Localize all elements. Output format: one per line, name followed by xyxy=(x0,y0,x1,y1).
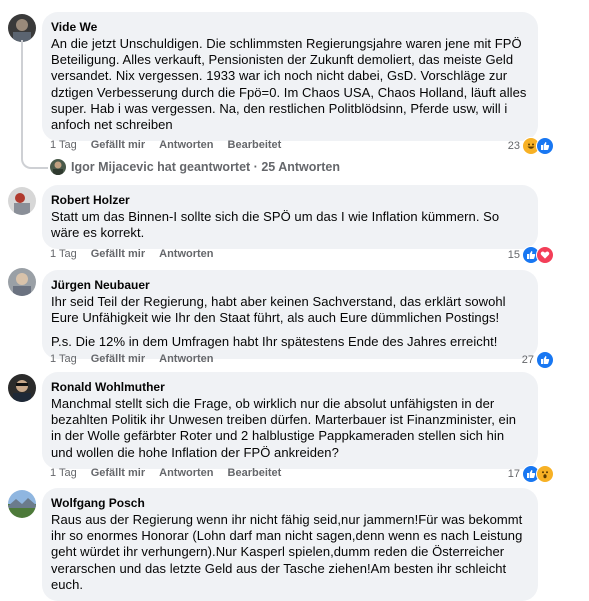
avatar[interactable] xyxy=(8,374,36,402)
reply-button[interactable]: Antworten xyxy=(159,247,213,261)
comment-author[interactable]: Jürgen Neubauer xyxy=(51,278,527,292)
comment-paragraph: Statt um das Binnen-I sollte sich die SP… xyxy=(51,209,500,241)
reaction-count: 15 xyxy=(507,249,520,261)
edited-label[interactable]: Bearbeitet xyxy=(228,138,282,152)
reaction-summary[interactable]: 15 xyxy=(508,246,554,264)
comment-actions: 1 Tag Gefällt mir Antworten xyxy=(50,352,214,366)
love-icon xyxy=(536,246,554,264)
replier-avatar xyxy=(50,159,66,175)
like-button[interactable]: Gefällt mir xyxy=(91,466,145,480)
reaction-count: 23 xyxy=(507,140,520,152)
comment-actions: 1 Tag Gefällt mir Antworten Bearbeitet xyxy=(50,466,281,480)
comment-paragraph: Raus aus der Regierung wenn ihr nicht fä… xyxy=(51,512,523,592)
comment-paragraph: An die jetzt Unschuldigen. Die schlimmst… xyxy=(51,36,527,133)
reaction-summary[interactable]: 23 xyxy=(508,137,554,155)
view-replies-link[interactable]: Igor Mijacevic hat geantwortet · 25 Antw… xyxy=(50,159,340,175)
like-button[interactable]: Gefällt mir xyxy=(91,247,145,261)
comment-time[interactable]: 1 Tag xyxy=(50,352,77,366)
comment-actions: 1 Tag Gefällt mir Antworten xyxy=(50,247,214,261)
comment-text: An die jetzt Unschuldigen. Die schlimmst… xyxy=(51,36,527,133)
comment-text: Statt um das Binnen-I sollte sich die SP… xyxy=(51,209,527,241)
comment-actions: 1 Tag Gefällt mir Antworten Bearbeitet xyxy=(50,138,281,152)
comment-author[interactable]: Ronald Wohlmuther xyxy=(51,380,527,394)
comment-paragraph: Ihr seid Teil der Regierung, habt aber k… xyxy=(51,294,506,326)
comment-bubble: Vide We An die jetzt Unschuldigen. Die s… xyxy=(42,12,538,142)
comment-paragraph: Manchmal stellt sich die Frage, ob wirkl… xyxy=(51,396,517,460)
reply-button[interactable]: Antworten xyxy=(159,138,213,152)
edited-label[interactable]: Bearbeitet xyxy=(228,466,282,480)
avatar[interactable] xyxy=(8,187,36,215)
like-icon xyxy=(536,351,554,369)
reaction-count: 27 xyxy=(521,354,534,366)
comment-author[interactable]: Robert Holzer xyxy=(51,193,527,207)
comment-bubble: Jürgen Neubauer Ihr seid Teil der Regier… xyxy=(42,270,538,359)
reaction-count: 17 xyxy=(507,468,520,480)
comment-bubble: Ronald Wohlmuther Manchmal stellt sich d… xyxy=(42,372,538,469)
comment-text: Ihr seid Teil der Regierung, habt aber k… xyxy=(51,294,527,351)
avatar[interactable] xyxy=(8,14,36,42)
avatar[interactable] xyxy=(8,490,36,518)
replies-text[interactable]: Igor Mijacevic hat geantwortet · 25 Antw… xyxy=(71,160,340,174)
reply-button[interactable]: Antworten xyxy=(159,352,213,366)
like-button[interactable]: Gefällt mir xyxy=(91,352,145,366)
thread-connector xyxy=(21,40,48,169)
comment-bubble: Robert Holzer Statt um das Binnen-I soll… xyxy=(42,185,538,250)
comment-author[interactable]: Vide We xyxy=(51,20,527,34)
comment-paragraph: P.s. Die 12% in dem Umfragen habt Ihr sp… xyxy=(51,334,498,350)
comment-text: Raus aus der Regierung wenn ihr nicht fä… xyxy=(51,512,527,593)
comment-bubble: Wolfgang Posch Raus aus der Regierung we… xyxy=(42,488,538,601)
avatar[interactable] xyxy=(8,268,36,296)
reply-button[interactable]: Antworten xyxy=(159,466,213,480)
comment-text: Manchmal stellt sich die Frage, ob wirkl… xyxy=(51,396,527,461)
reaction-summary[interactable]: 27 xyxy=(522,351,554,369)
comment-author[interactable]: Wolfgang Posch xyxy=(51,496,527,510)
like-icon xyxy=(536,137,554,155)
like-button[interactable]: Gefällt mir xyxy=(91,138,145,152)
reaction-summary[interactable]: 17 xyxy=(508,465,554,483)
comment-time[interactable]: 1 Tag xyxy=(50,466,77,480)
wow-icon xyxy=(536,465,554,483)
comment-time[interactable]: 1 Tag xyxy=(50,138,77,152)
comment-time[interactable]: 1 Tag xyxy=(50,247,77,261)
